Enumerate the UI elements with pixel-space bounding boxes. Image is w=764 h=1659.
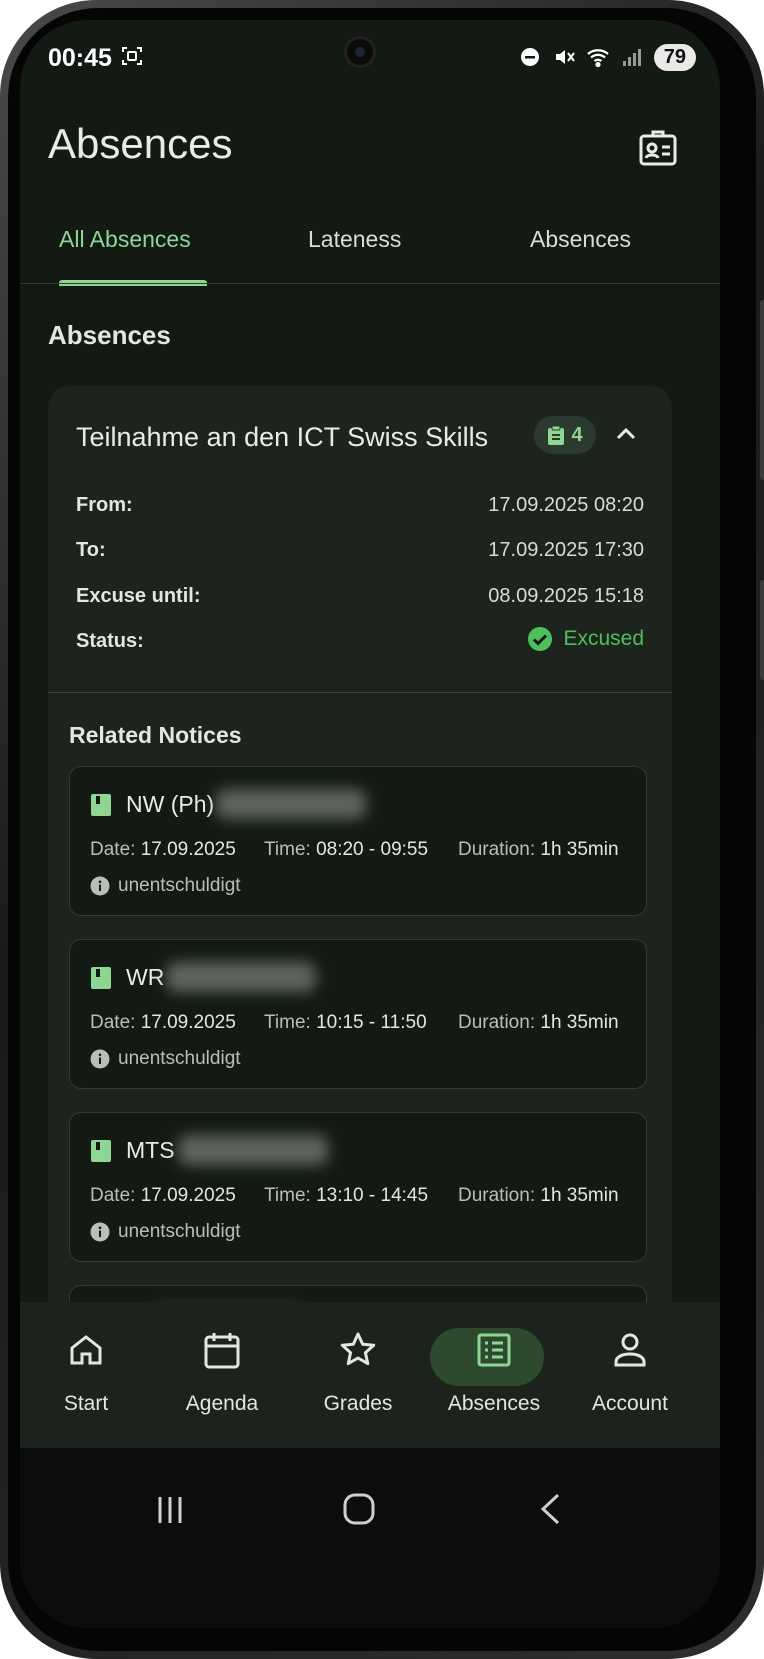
notice-count-badge: 4 bbox=[534, 416, 596, 454]
status-bar: 00:45 79 bbox=[20, 20, 720, 92]
related-notices-title: Related Notices bbox=[69, 722, 242, 748]
info-icon bbox=[90, 1049, 110, 1069]
status-row: Status: Excused bbox=[76, 627, 644, 653]
notice-date: Date: 17.09.2025 bbox=[90, 1012, 236, 1033]
absence-title: Teilnahme an den ICT Swiss Skills bbox=[76, 422, 489, 452]
wifi-icon bbox=[587, 49, 609, 68]
notice-time: Time: 13:10 - 14:45 bbox=[264, 1185, 429, 1206]
volume-button bbox=[760, 300, 764, 480]
tabs-divider bbox=[20, 283, 720, 284]
notice-subject: MTS bbox=[126, 1137, 175, 1163]
info-icon bbox=[90, 876, 110, 896]
signal-icon bbox=[622, 49, 641, 66]
excuse-until-row: Excuse until: 08.09.2025 15:18 bbox=[76, 585, 644, 608]
status-label: Status: bbox=[76, 630, 144, 652]
notice-subject: NW (Ph) bbox=[126, 791, 215, 817]
clipboard-icon bbox=[548, 425, 565, 445]
notice-card[interactable]: NW (Ph) Date: 17.09.2025 Time: 08:20 - 0… bbox=[69, 766, 647, 916]
nav-grades[interactable]: Grades bbox=[298, 1330, 418, 1416]
app-screen: 00:45 79 Absences All Absences Lateness … bbox=[20, 20, 720, 1628]
nav-start[interactable]: Start bbox=[26, 1330, 146, 1416]
redacted-text bbox=[216, 789, 366, 819]
id-card-icon[interactable] bbox=[638, 128, 678, 168]
status-badge: Excused bbox=[527, 626, 644, 652]
redacted-text bbox=[166, 962, 316, 992]
notice-count: 4 bbox=[571, 423, 583, 446]
star-icon bbox=[340, 1332, 376, 1366]
notice-duration: Duration: 1h 35min bbox=[458, 1185, 619, 1206]
notice-card[interactable]: WR Date: 17.09.2025 Time: 10:15 - 11:50 … bbox=[69, 939, 647, 1089]
dnd-icon bbox=[520, 48, 539, 66]
mute-icon bbox=[555, 50, 575, 64]
home-button-icon[interactable] bbox=[342, 1492, 376, 1526]
front-camera bbox=[344, 36, 376, 68]
page-title: Absences bbox=[48, 120, 233, 167]
notice-card[interactable]: MTS Date: 17.09.2025 Time: 13:10 - 14:45… bbox=[69, 1112, 647, 1262]
to-label: To: bbox=[76, 539, 106, 561]
notice-status: unentschuldigt bbox=[90, 1048, 241, 1070]
book-icon bbox=[91, 967, 111, 989]
tab-all-absences[interactable]: All Absences bbox=[59, 226, 191, 253]
notice-status: unentschuldigt bbox=[90, 1221, 241, 1243]
tab-absences[interactable]: Absences bbox=[530, 226, 631, 253]
power-button bbox=[760, 580, 764, 680]
excuse-until-value: 08.09.2025 15:18 bbox=[488, 585, 644, 607]
nav-absences[interactable]: Absences bbox=[430, 1328, 554, 1416]
nav-account[interactable]: Account bbox=[570, 1330, 690, 1416]
person-icon bbox=[614, 1333, 646, 1367]
recents-icon[interactable] bbox=[154, 1494, 186, 1526]
info-icon bbox=[90, 1222, 110, 1242]
tab-bar: All Absences Lateness Absences bbox=[20, 200, 720, 288]
card-divider bbox=[48, 692, 672, 693]
screenshot-icon bbox=[122, 47, 142, 65]
book-icon bbox=[91, 1140, 111, 1162]
notice-date: Date: 17.09.2025 bbox=[90, 839, 236, 860]
notice-duration: Duration: 1h 35min bbox=[458, 839, 619, 860]
notice-subject: WR bbox=[126, 964, 165, 990]
list-icon bbox=[477, 1333, 511, 1367]
section-title: Absences bbox=[48, 320, 171, 350]
battery-level: 79 bbox=[653, 43, 696, 71]
to-value: 17.09.2025 17:30 bbox=[488, 539, 644, 561]
back-icon[interactable] bbox=[538, 1492, 562, 1526]
check-circle-icon bbox=[528, 627, 553, 651]
book-icon bbox=[91, 794, 111, 816]
system-navigation-bar bbox=[20, 1448, 720, 1628]
absence-card: Teilnahme an den ICT Swiss Skills 4 From… bbox=[48, 386, 672, 1366]
home-icon bbox=[70, 1335, 102, 1365]
bottom-navigation: Start Agenda Grades Absences Account bbox=[20, 1302, 720, 1448]
to-row: To: 17.09.2025 17:30 bbox=[76, 539, 644, 562]
nav-agenda[interactable]: Agenda bbox=[162, 1330, 282, 1416]
status-icons: 79 bbox=[518, 42, 696, 72]
notice-time: Time: 10:15 - 11:50 bbox=[264, 1012, 427, 1033]
tab-lateness[interactable]: Lateness bbox=[308, 226, 401, 253]
excuse-until-label: Excuse until: bbox=[76, 585, 201, 607]
phone-frame: 00:45 79 Absences All Absences Lateness … bbox=[0, 0, 764, 1659]
notice-date: Date: 17.09.2025 bbox=[90, 1185, 236, 1206]
status-value: Excused bbox=[563, 627, 644, 650]
from-row: From: 17.09.2025 08:20 bbox=[76, 494, 644, 517]
redacted-text bbox=[178, 1135, 328, 1165]
chevron-up-icon[interactable] bbox=[612, 420, 640, 448]
notice-duration: Duration: 1h 35min bbox=[458, 1012, 619, 1033]
from-value: 17.09.2025 08:20 bbox=[488, 494, 644, 516]
notice-time: Time: 08:20 - 09:55 bbox=[264, 839, 429, 860]
status-time: 00:45 bbox=[48, 44, 112, 72]
notice-status: unentschuldigt bbox=[90, 875, 241, 897]
from-label: From: bbox=[76, 494, 133, 516]
calendar-icon bbox=[204, 1333, 240, 1369]
